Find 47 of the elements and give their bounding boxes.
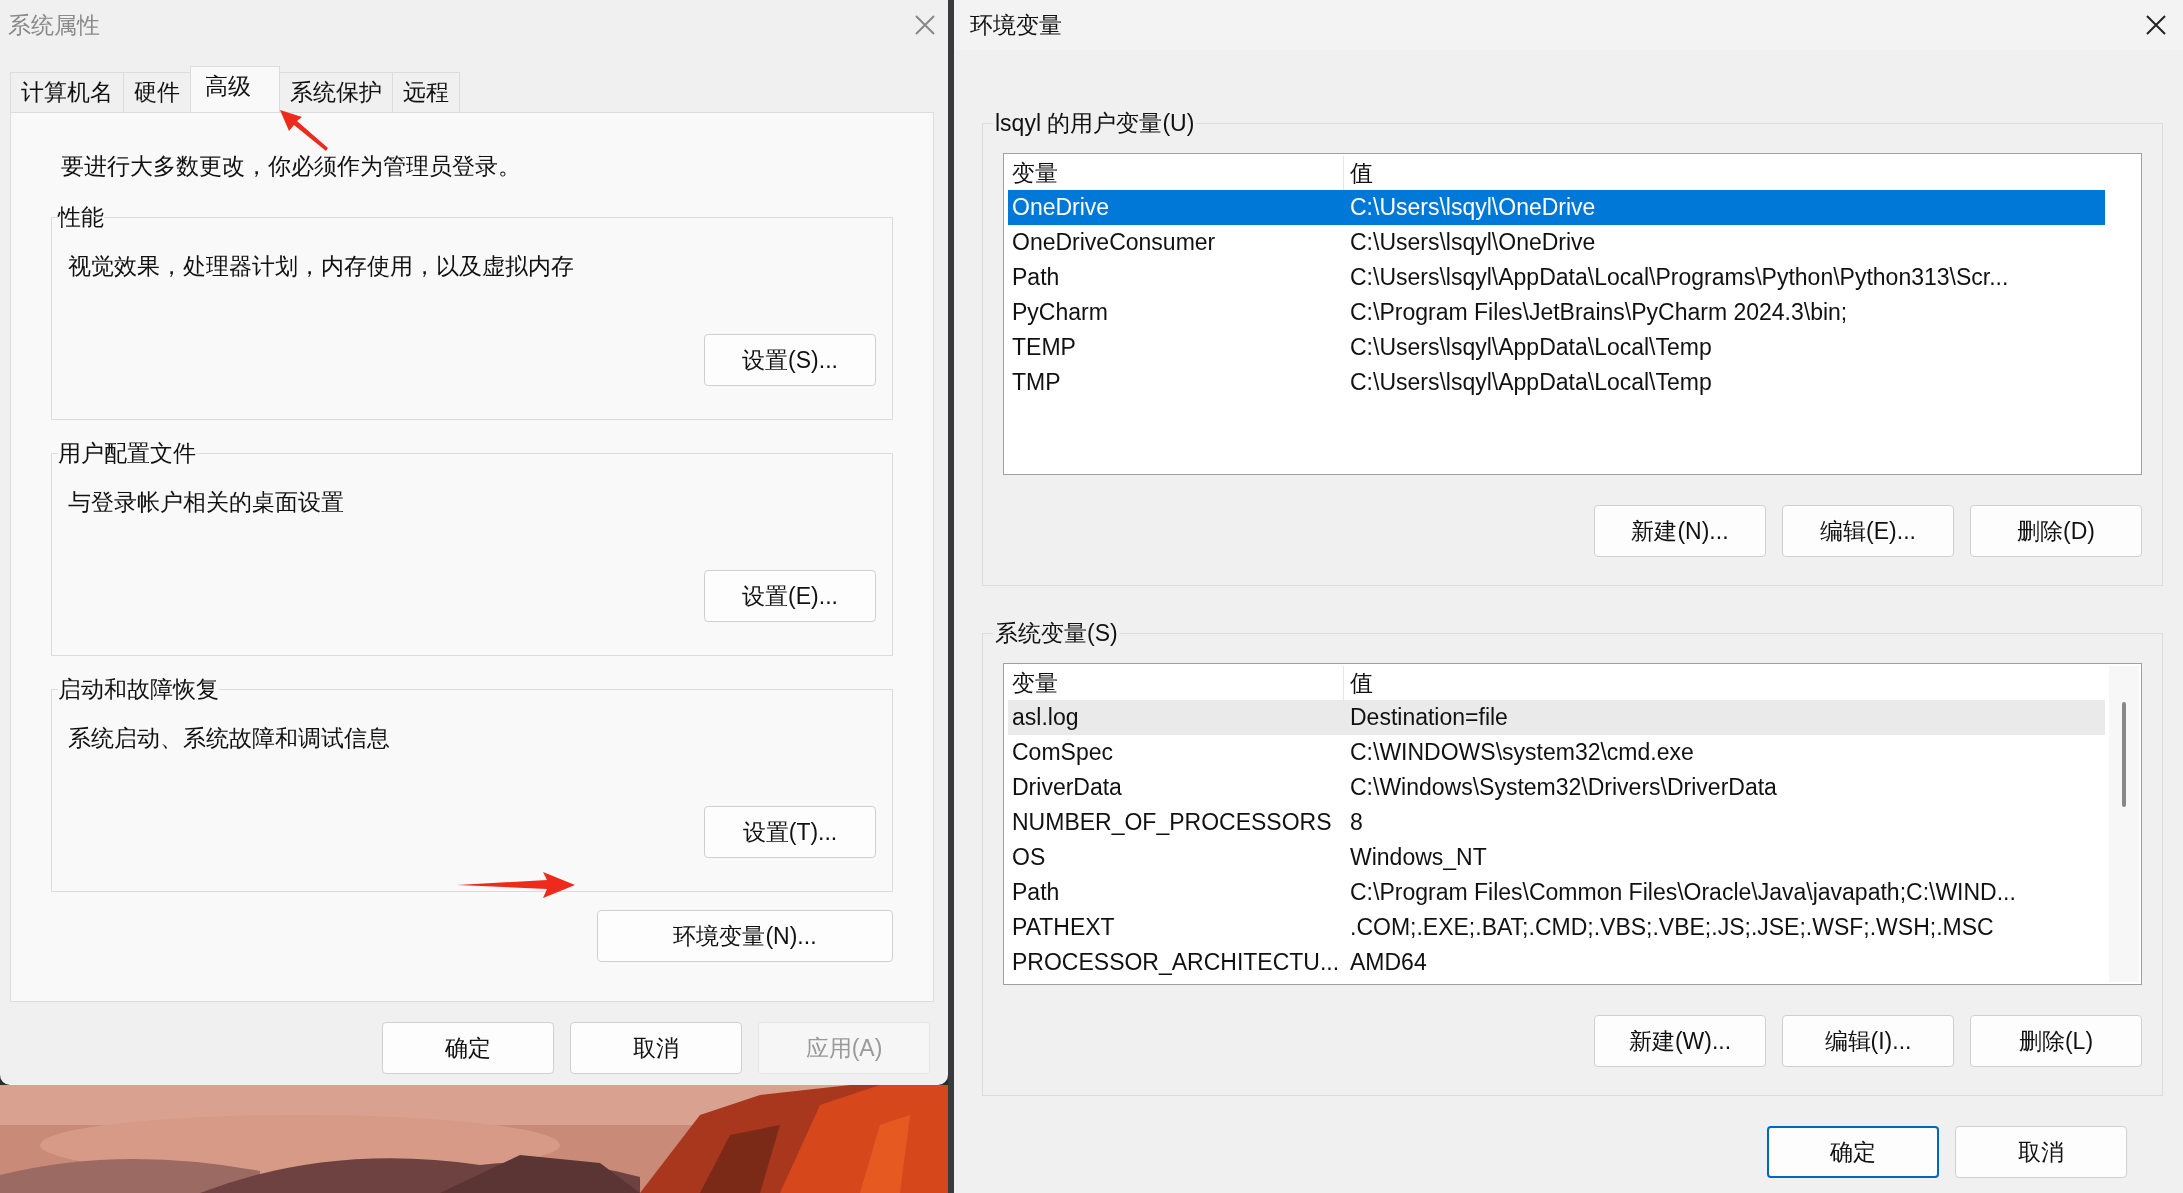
window-title: 环境变量 (970, 10, 1062, 40)
annotation-arrow (278, 108, 328, 152)
list-row[interactable]: Path C:\Program Files\Common Files\Oracle\Java\javapath;C:\WIND... (1008, 875, 2105, 910)
list-action-button[interactable]: 编辑(E)... (1782, 505, 1954, 557)
group-title: lsqyl 的用户变量(U) (994, 109, 1196, 138)
group-title: 系统变量(S) (994, 619, 1119, 648)
tab[interactable]: 高级 (190, 66, 280, 112)
dialog-button[interactable]: 取消 (1955, 1126, 2127, 1178)
list-row[interactable]: PATHEXT .COM;.EXE;.BAT;.CMD;.VBS;.VBE;.JS;.JSE;.WSF;.WSH;.MSC (1008, 910, 2105, 945)
list-row[interactable]: ComSpec C:\WINDOWS\system32\cmd.exe (1008, 735, 2105, 770)
group-title: 用户配置文件 (58, 439, 196, 468)
list-row[interactable]: TMP C:\Users\lsqyl\AppData\Local\Temp (1008, 365, 2105, 400)
settings-button[interactable]: 设置(T)... (704, 806, 876, 858)
dialog-button[interactable]: 取消 (570, 1022, 742, 1074)
close-icon[interactable] (2145, 14, 2167, 36)
environment-variables-button[interactable]: 环境变量(N)... (597, 910, 893, 962)
scrollbar[interactable] (2109, 666, 2139, 982)
column-header[interactable]: 值 (1344, 156, 1373, 190)
list-row[interactable]: DriverData C:\Windows\System32\Drivers\DriverData (1008, 770, 2105, 805)
notice-text: 要进行大多数更改，你必须作为管理员登录。 (61, 152, 522, 181)
list-row[interactable]: OneDrive C:\Users\lsqyl\OneDrive (1008, 190, 2105, 225)
list-row[interactable]: asl.log Destination=file (1008, 700, 2105, 735)
list-row[interactable]: Path C:\Users\lsqyl\AppData\Local\Programs\Python\Python313\Scr... (1008, 260, 2105, 295)
list-row[interactable]: NUMBER_OF_PROCESSORS 8 (1008, 805, 2105, 840)
list-action-button[interactable]: 删除(D) (1970, 505, 2142, 557)
list-row[interactable]: OS Windows_NT (1008, 840, 2105, 875)
column-header[interactable]: 值 (1344, 666, 1373, 700)
group-title: 性能 (58, 203, 104, 232)
tab[interactable]: 远程 (392, 72, 460, 112)
list-row[interactable]: TEMP C:\Users\lsqyl\AppData\Local\Temp (1008, 330, 2105, 365)
dialog-button[interactable]: 确定 (382, 1022, 554, 1074)
group-title: 启动和故障恢复 (58, 675, 219, 704)
settings-button[interactable]: 设置(S)... (704, 334, 876, 386)
list-row[interactable]: PyCharm C:\Program Files\JetBrains\PyCharm 2024.3\bin; (1008, 295, 2105, 330)
list-action-button[interactable]: 新建(N)... (1594, 505, 1766, 557)
window-title: 系统属性 (8, 10, 100, 40)
list-row[interactable]: OneDriveConsumer C:\Users\lsqyl\OneDrive (1008, 225, 2105, 260)
group-description: 视觉效果，处理器计划，内存使用，以及虚拟内存 (68, 252, 575, 281)
group-description: 系统启动、系统故障和调试信息 (68, 724, 391, 753)
list-action-button[interactable]: 删除(L) (1970, 1015, 2142, 1067)
list-action-button[interactable]: 编辑(I)... (1782, 1015, 1954, 1067)
list-action-button[interactable]: 新建(W)... (1594, 1015, 1766, 1067)
list-row[interactable]: PROCESSOR_ARCHITECTU... AMD64 (1008, 945, 2105, 980)
group-description: 与登录帐户相关的桌面设置 (68, 488, 345, 517)
settings-button[interactable]: 设置(E)... (704, 570, 876, 622)
dialog-button[interactable]: 确定 (1767, 1126, 1939, 1178)
tab[interactable]: 计算机名 (10, 72, 124, 112)
